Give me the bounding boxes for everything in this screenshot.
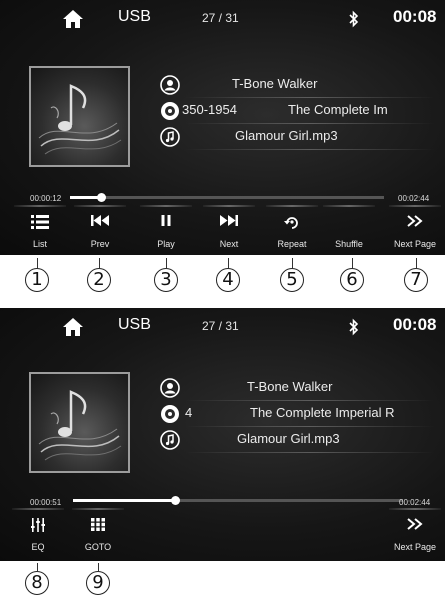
status-bar: USB 27 / 31 00:08 bbox=[0, 308, 445, 346]
callout-2: 2 bbox=[87, 268, 111, 292]
track-counter: 27 / 31 bbox=[202, 319, 239, 333]
artist-row: T-Bone Walker bbox=[155, 72, 445, 98]
callout-7: 7 bbox=[404, 268, 428, 292]
music-note-icon bbox=[160, 127, 180, 147]
file-name: Glamour Girl.mp3 bbox=[237, 431, 340, 446]
album-art bbox=[29, 66, 130, 167]
eq-button[interactable]: EQ bbox=[8, 508, 68, 561]
prev-icon bbox=[91, 215, 109, 226]
callout-5: 5 bbox=[280, 268, 304, 292]
progress-bar[interactable] bbox=[73, 496, 403, 505]
repeat-icon bbox=[284, 217, 298, 229]
callout-9: 9 bbox=[86, 571, 110, 595]
track-counter: 27 / 31 bbox=[202, 11, 239, 25]
home-icon[interactable] bbox=[62, 316, 84, 338]
source-label: USB bbox=[118, 316, 151, 333]
repeat-button[interactable]: Repeat bbox=[262, 205, 322, 255]
next-icon bbox=[220, 215, 238, 226]
clock: 00:08 bbox=[393, 7, 437, 26]
file-row: Glamour Girl.mp3 bbox=[155, 124, 445, 150]
bluetooth-icon bbox=[349, 10, 359, 28]
callout-4: 4 bbox=[216, 268, 240, 292]
callout-1: 1 bbox=[25, 268, 49, 292]
album-disc-icon bbox=[161, 405, 179, 423]
progress-bar[interactable] bbox=[70, 193, 384, 202]
elapsed-time: 00:00:12 bbox=[30, 194, 62, 203]
bluetooth-icon bbox=[349, 318, 359, 336]
source-label: USB bbox=[118, 8, 151, 25]
album-disc-icon bbox=[161, 102, 179, 120]
next-page-icon bbox=[407, 215, 423, 227]
total-time: 00:02:44 bbox=[398, 194, 430, 203]
album-year-fragment: 4 bbox=[185, 405, 193, 420]
progress-knob[interactable] bbox=[96, 193, 106, 202]
status-bar: USB 27 / 31 00:08 bbox=[0, 0, 445, 38]
callout-8: 8 bbox=[25, 571, 49, 595]
music-note-art-icon bbox=[38, 390, 122, 461]
head-unit-screen-page-1: USB 27 / 31 00:08 T-Bone Walker 350-1954… bbox=[0, 0, 445, 255]
progress-fill bbox=[73, 499, 176, 502]
music-note-art-icon bbox=[38, 84, 122, 155]
artist-icon bbox=[160, 75, 180, 95]
album-year-fragment: 350-1954 bbox=[182, 102, 237, 117]
shuffle-label: Shuffle bbox=[335, 239, 363, 249]
callout-3: 3 bbox=[154, 268, 178, 292]
next-page-button[interactable]: Next Page bbox=[385, 205, 445, 255]
next-button[interactable]: Next bbox=[199, 205, 259, 255]
total-time: 00:02:44 bbox=[399, 498, 431, 507]
file-name: Glamour Girl.mp3 bbox=[235, 128, 338, 143]
next-label: Next bbox=[219, 239, 239, 249]
album-art bbox=[29, 372, 130, 473]
control-bar: List Prev Play Next Repeat Shuffle Next … bbox=[0, 205, 445, 255]
eq-label: EQ bbox=[31, 542, 45, 552]
next-page-label: Next Page bbox=[393, 239, 437, 249]
clock: 00:08 bbox=[393, 315, 437, 334]
next-page-icon bbox=[407, 518, 423, 530]
artist-name: T-Bone Walker bbox=[232, 76, 318, 91]
pause-icon bbox=[161, 215, 171, 226]
music-note-icon bbox=[160, 430, 180, 450]
album-title: The Complete Imperial R bbox=[250, 405, 395, 420]
album-row: 350-1954 The Complete Im bbox=[155, 98, 445, 124]
artist-name: T-Bone Walker bbox=[247, 379, 333, 394]
list-button[interactable]: List bbox=[10, 205, 70, 255]
artist-row: T-Bone Walker bbox=[155, 375, 445, 401]
eq-icon bbox=[31, 518, 45, 532]
prev-label: Prev bbox=[90, 239, 110, 249]
album-title: The Complete Im bbox=[288, 102, 388, 117]
next-page-label: Next Page bbox=[393, 542, 437, 552]
goto-grid-icon bbox=[91, 518, 105, 531]
list-icon bbox=[31, 215, 49, 229]
album-row: 4 The Complete Imperial R bbox=[155, 401, 445, 427]
repeat-label: Repeat bbox=[277, 239, 307, 249]
prev-button[interactable]: Prev bbox=[70, 205, 130, 255]
progress-knob[interactable] bbox=[170, 496, 180, 505]
head-unit-screen-page-2: USB 27 / 31 00:08 T-Bone Walker 4 The Co… bbox=[0, 308, 445, 561]
list-label: List bbox=[32, 239, 47, 249]
play-button[interactable]: Play bbox=[136, 205, 196, 255]
file-row: Glamour Girl.mp3 bbox=[155, 427, 445, 453]
play-label: Play bbox=[157, 239, 175, 249]
callout-6: 6 bbox=[340, 268, 364, 292]
goto-label: GOTO bbox=[84, 542, 112, 552]
shuffle-button[interactable]: Shuffle bbox=[319, 205, 379, 255]
control-bar: EQ GOTO Next Page bbox=[0, 508, 445, 561]
elapsed-time: 00:00:51 bbox=[30, 498, 62, 507]
next-page-button[interactable]: Next Page bbox=[385, 508, 445, 561]
goto-button[interactable]: GOTO bbox=[68, 508, 128, 561]
home-icon[interactable] bbox=[62, 8, 84, 30]
artist-icon bbox=[160, 378, 180, 398]
